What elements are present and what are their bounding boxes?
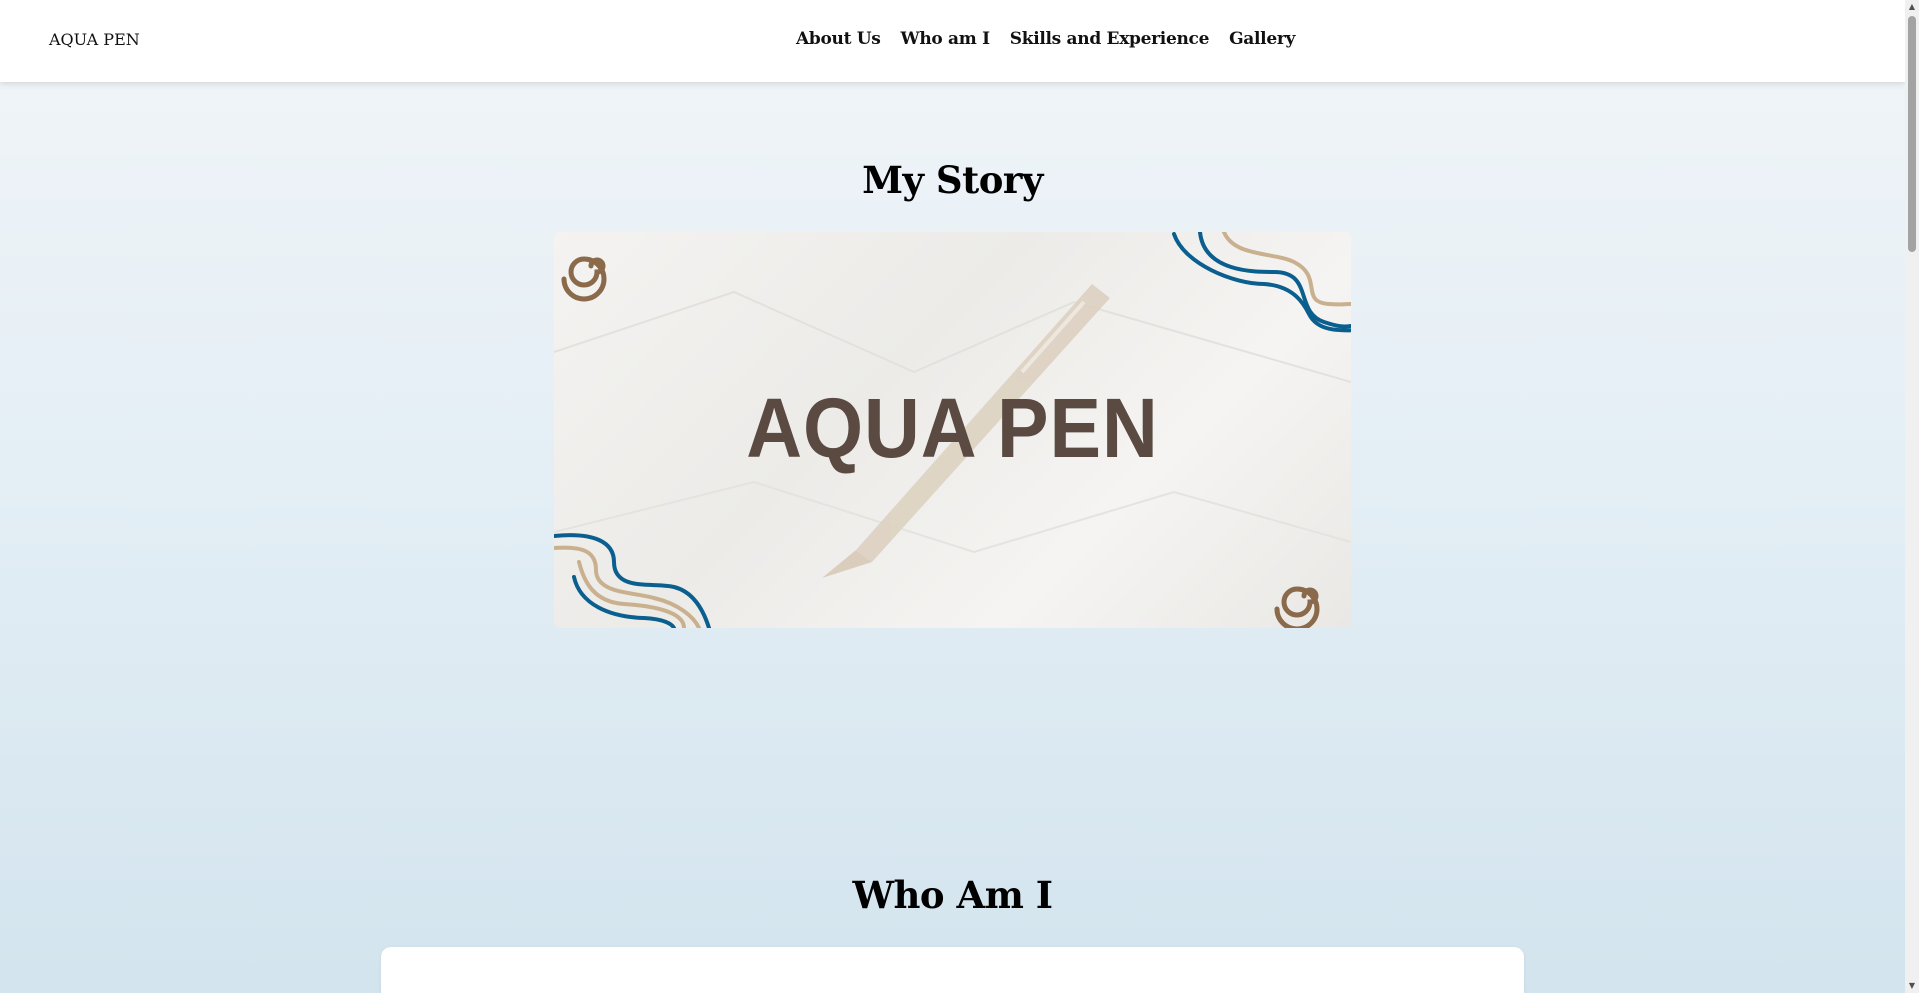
who-am-i-card: [381, 947, 1524, 993]
nav-who-am-i[interactable]: Who am I: [901, 29, 990, 49]
banner-title: AQUA PEN: [746, 381, 1159, 475]
nav-gallery[interactable]: Gallery: [1229, 29, 1295, 49]
brand-link[interactable]: AQUA PEN: [49, 30, 140, 49]
nav-about-us[interactable]: About Us: [796, 29, 881, 49]
scroll-up-arrow-icon[interactable]: ▲: [1905, 2, 1919, 12]
wave-top-right-icon: [1172, 232, 1351, 333]
main-nav: About Us Who am I Skills and Experience …: [796, 29, 1295, 49]
top-navbar: AQUA PEN About Us Who am I Skills and Ex…: [0, 0, 1905, 82]
page: AQUA PEN About Us Who am I Skills and Ex…: [0, 0, 1905, 993]
nav-skills-experience[interactable]: Skills and Experience: [1010, 29, 1210, 49]
who-am-i-title: Who Am I: [852, 873, 1053, 917]
scroll-thumb[interactable]: [1908, 16, 1916, 252]
swirl-bottom-right-icon: [1274, 586, 1320, 628]
story-title: My Story: [862, 158, 1043, 202]
story-banner-image: AQUA PEN: [554, 232, 1351, 628]
vertical-scrollbar[interactable]: ▲ ▼: [1905, 0, 1919, 993]
scroll-down-arrow-icon[interactable]: ▼: [1905, 981, 1919, 991]
swirl-top-left-icon: [561, 256, 607, 302]
wave-bottom-left-icon: [554, 533, 711, 628]
